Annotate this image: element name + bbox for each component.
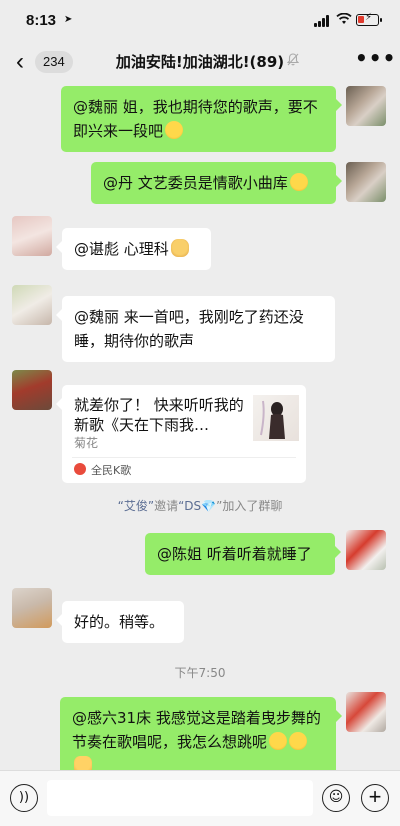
my-avatar[interactable] xyxy=(346,162,386,202)
battery-level xyxy=(358,16,364,23)
grinning-emoji-icon xyxy=(165,121,184,139)
chat-header: ‹ 234 加油安陆!加油湖北!(89) ••• xyxy=(0,44,400,80)
music-card-app-name: 全民K歌 xyxy=(91,464,132,477)
emoji-smile-icon[interactable]: ☺ xyxy=(322,784,350,812)
music-card-singer: 菊花 xyxy=(74,436,99,450)
my-avatar[interactable] xyxy=(346,692,386,732)
system-message-rest: ”加入了群聊 xyxy=(216,499,283,513)
battery-tip xyxy=(380,18,382,22)
music-card-thumbnail xyxy=(253,395,299,441)
message-text: 好的。稍等。 xyxy=(74,613,165,631)
hugging-emoji-icon xyxy=(289,732,308,750)
my-avatar[interactable] xyxy=(346,530,386,570)
system-message: “艾俊”邀请“DS💎”加入了群聊 xyxy=(0,497,400,514)
message-bubble[interactable]: @魏丽 来一首吧，我刚吃了药还没睡，期待你的歌声 xyxy=(56,296,335,362)
plus-icon[interactable]: + xyxy=(361,784,389,812)
charging-bolt-icon: ⚡ xyxy=(365,12,373,23)
message-text: @丹 文艺委员是情歌小曲库 xyxy=(103,174,288,192)
message-text: @陈姐 听着听着就睡了 xyxy=(157,545,312,563)
card-divider xyxy=(72,457,296,458)
timestamp: 下午7:50 xyxy=(174,666,226,680)
my-avatar[interactable] xyxy=(346,86,386,126)
location-arrow-icon: ➤ xyxy=(64,14,73,25)
more-icon[interactable]: ••• xyxy=(355,46,396,70)
unread-count-badge[interactable]: 234 xyxy=(35,51,73,73)
bell-muted-icon xyxy=(286,53,300,69)
sender-avatar[interactable] xyxy=(12,285,52,325)
message-bubble[interactable]: @丹 文艺委员是情歌小曲库 xyxy=(91,162,342,204)
chat-title: 加油安陆!加油湖北!(89) xyxy=(115,53,285,71)
music-share-card[interactable]: 就差你了！ 快来听听我的新歌《天在下雨我… 菊花 全民K歌 xyxy=(56,385,306,483)
status-time: 8:13 xyxy=(26,12,57,29)
message-text: @谌彪 心理科 xyxy=(74,240,169,258)
chat-input-bar: )) ☺ + xyxy=(0,770,400,826)
message-bubble[interactable]: @谌彪 心理科 xyxy=(56,228,211,270)
voice-input-icon[interactable]: )) xyxy=(10,784,38,812)
karaoke-app-icon xyxy=(74,463,86,475)
status-bar: 8:13 ➤ ⚡ xyxy=(0,0,400,44)
sender-avatar[interactable] xyxy=(12,370,52,410)
message-bubble[interactable]: 好的。稍等。 xyxy=(56,601,184,643)
invite-action: 邀请 xyxy=(154,499,179,513)
diamond-icon: 💎 xyxy=(201,499,217,513)
wifi-icon xyxy=(336,12,352,29)
message-bubble[interactable]: @陈姐 听着听着就睡了 xyxy=(145,533,341,575)
chevron-left-icon[interactable]: ‹ xyxy=(16,48,24,76)
music-card-title: 就差你了！ 快来听听我的新歌《天在下雨我… xyxy=(74,396,244,434)
hugging-emoji-icon xyxy=(289,173,308,191)
sender-avatar[interactable] xyxy=(12,588,52,628)
inviter-name[interactable]: “艾俊” xyxy=(118,499,154,513)
message-bubble[interactable]: @魏丽 姐，我也期待您的歌声，要不即兴来一段吧 xyxy=(61,86,342,152)
invitee-name[interactable]: “DS xyxy=(178,499,201,513)
message-text: @魏丽 姐，我也期待您的歌声，要不即兴来一段吧 xyxy=(73,98,318,140)
hugging-emoji-icon xyxy=(269,732,288,750)
handshake-emoji-icon xyxy=(170,239,189,257)
cellular-signal-icon xyxy=(314,15,331,27)
sender-avatar[interactable] xyxy=(12,216,52,256)
message-text: @魏丽 来一首吧，我刚吃了药还没睡，期待你的歌声 xyxy=(74,308,304,350)
message-input[interactable] xyxy=(47,780,313,816)
